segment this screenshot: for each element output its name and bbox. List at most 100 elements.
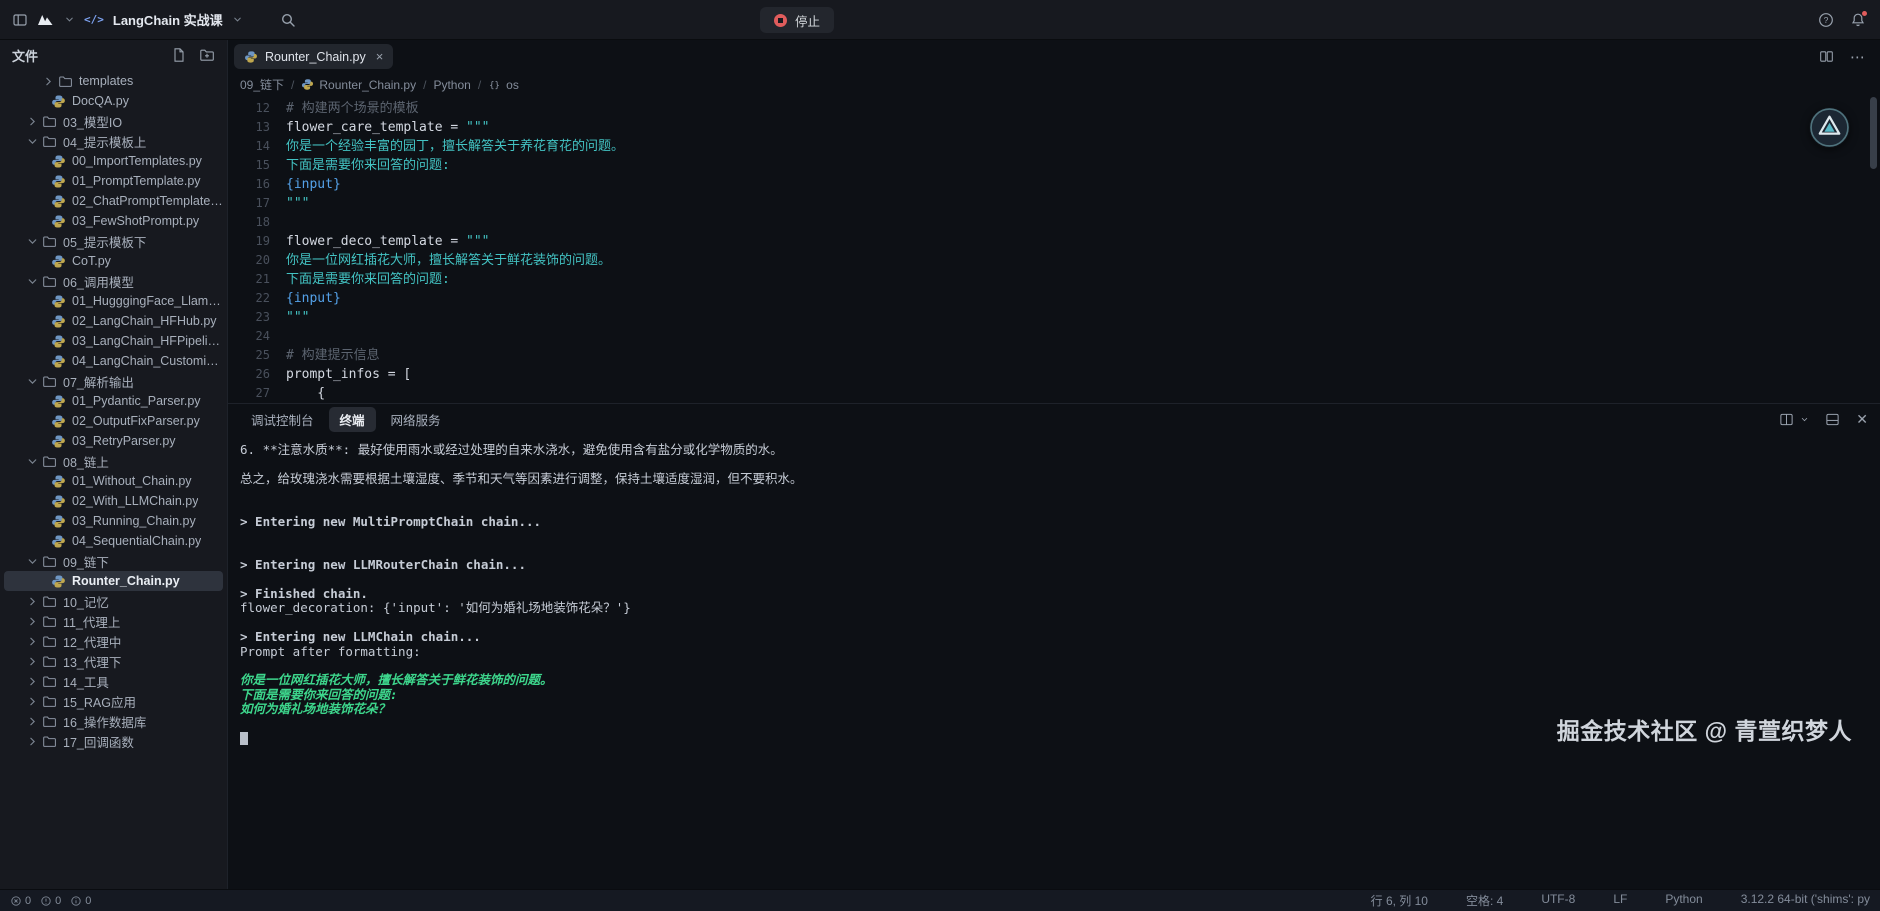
tree-folder[interactable]: 04_提示模板上 bbox=[4, 131, 223, 151]
panel-tab[interactable]: 终端 bbox=[329, 407, 376, 432]
tree-file[interactable]: DocQA.py bbox=[4, 91, 223, 111]
more-actions-icon[interactable]: ⋯ bbox=[1850, 48, 1866, 66]
tree-file[interactable]: 01_HugggingFace_Llama.py bbox=[4, 291, 223, 311]
tree-folder[interactable]: 12_代理中 bbox=[4, 631, 223, 651]
stop-button[interactable]: 停止 bbox=[760, 7, 834, 33]
tree-file[interactable]: 03_FewShotPrompt.py bbox=[4, 211, 223, 231]
status-item[interactable]: 行 6, 列 10 bbox=[1371, 892, 1428, 909]
tree-item-label: 07_解析输出 bbox=[63, 372, 134, 391]
chevron-down-icon[interactable] bbox=[64, 14, 75, 25]
panel-layout-icon[interactable] bbox=[1825, 412, 1840, 427]
bell-icon[interactable] bbox=[1850, 12, 1866, 28]
code-line[interactable]: 22{input} bbox=[228, 289, 1880, 308]
new-file-icon[interactable] bbox=[171, 47, 187, 63]
chevron-down-icon[interactable] bbox=[1800, 415, 1809, 424]
line-number: 18 bbox=[228, 213, 270, 232]
close-icon[interactable]: ✕ bbox=[1856, 411, 1868, 428]
tree-folder[interactable]: 11_代理上 bbox=[4, 611, 223, 631]
breadcrumb-item[interactable]: Python bbox=[433, 78, 470, 92]
code-editor[interactable]: 12# 构建两个场景的模板13flower_care_template = ""… bbox=[228, 97, 1880, 403]
code-line[interactable]: 21下面是需要你来回答的问题: bbox=[228, 270, 1880, 289]
tree-file[interactable]: 02_With_LLMChain.py bbox=[4, 491, 223, 511]
tree-file[interactable]: 03_LangChain_HFPipeline.py bbox=[4, 331, 223, 351]
search-icon[interactable] bbox=[280, 12, 296, 28]
chevron-down-icon[interactable] bbox=[232, 14, 243, 25]
breadcrumb-item[interactable]: Rounter_Chain.py bbox=[301, 78, 416, 92]
tree-file[interactable]: 02_ChatPromptTemplate.py bbox=[4, 191, 223, 211]
panel-tab[interactable]: 网络服务 bbox=[380, 407, 452, 432]
tree-folder[interactable]: 03_模型IO bbox=[4, 111, 223, 131]
status-item[interactable]: UTF-8 bbox=[1541, 892, 1575, 909]
editor-tab-rounter-chain[interactable]: Rounter_Chain.py × bbox=[234, 44, 393, 69]
code-line[interactable]: 24 bbox=[228, 327, 1880, 346]
code-line[interactable]: 12# 构建两个场景的模板 bbox=[228, 99, 1880, 118]
code-line[interactable]: 27 { bbox=[228, 384, 1880, 403]
window-layout-icon[interactable] bbox=[12, 12, 28, 28]
tree-file[interactable]: 04_LangChain_CustomizeMod... bbox=[4, 351, 223, 371]
chevron-right-icon bbox=[42, 75, 55, 88]
panel-tab[interactable]: 调试控制台 bbox=[240, 407, 325, 432]
code-line[interactable]: 23""" bbox=[228, 308, 1880, 327]
code-line[interactable]: 14你是一个经验丰富的园丁，擅长解答关于养花育花的问题。 bbox=[228, 137, 1880, 156]
tree-folder[interactable]: 07_解析输出 bbox=[4, 371, 223, 391]
close-icon[interactable]: × bbox=[376, 49, 384, 64]
code-line[interactable]: 19flower_deco_template = """ bbox=[228, 232, 1880, 251]
tree-file[interactable]: 00_ImportTemplates.py bbox=[4, 151, 223, 171]
app-logo-icon[interactable] bbox=[37, 12, 55, 28]
tree-folder[interactable]: 15_RAG应用 bbox=[4, 691, 223, 711]
tree-folder[interactable]: 14_工具 bbox=[4, 671, 223, 691]
tree-folder[interactable]: 08_链上 bbox=[4, 451, 223, 471]
tree-file[interactable]: 02_LangChain_HFHub.py bbox=[4, 311, 223, 331]
tree-file[interactable]: 02_OutputFixParser.py bbox=[4, 411, 223, 431]
code-line[interactable]: 25# 构建提示信息 bbox=[228, 346, 1880, 365]
line-number: 14 bbox=[228, 137, 270, 156]
tree-folder[interactable]: templates bbox=[4, 71, 223, 91]
code-line[interactable]: 15下面是需要你来回答的问题: bbox=[228, 156, 1880, 175]
folder-icon bbox=[42, 674, 57, 689]
tree-file[interactable]: CoT.py bbox=[4, 251, 223, 271]
folder-icon bbox=[42, 114, 57, 129]
terminal-line bbox=[240, 501, 1868, 515]
code-line[interactable]: 26prompt_infos = [ bbox=[228, 365, 1880, 384]
panel-split-icon[interactable] bbox=[1779, 412, 1794, 427]
tree-file[interactable]: 03_RetryParser.py bbox=[4, 431, 223, 451]
code-line[interactable]: 16{input} bbox=[228, 175, 1880, 194]
tree-file[interactable]: 01_Without_Chain.py bbox=[4, 471, 223, 491]
tree-file[interactable]: 01_PromptTemplate.py bbox=[4, 171, 223, 191]
tree-folder[interactable]: 09_链下 bbox=[4, 551, 223, 571]
tree-file[interactable]: 03_Running_Chain.py bbox=[4, 511, 223, 531]
project-name[interactable]: LangChain 实战课 bbox=[113, 10, 223, 29]
status-item[interactable]: LF bbox=[1613, 892, 1627, 909]
tree-folder[interactable]: 16_操作数据库 bbox=[4, 711, 223, 731]
tree-folder[interactable]: 13_代理下 bbox=[4, 651, 223, 671]
code-line[interactable]: 20你是一位网红插花大师，擅长解答关于鲜花装饰的问题。 bbox=[228, 251, 1880, 270]
status-item[interactable]: Python bbox=[1665, 892, 1702, 909]
code-line[interactable]: 18 bbox=[228, 213, 1880, 232]
tree-folder[interactable]: 17_回调函数 bbox=[4, 731, 223, 751]
tree-file[interactable]: Rounter_Chain.py bbox=[4, 571, 223, 591]
status-item[interactable]: 空格: 4 bbox=[1466, 892, 1503, 909]
watermark: 掘金技术社区 @ 青萱织梦人 bbox=[1557, 712, 1852, 746]
breadcrumb-item[interactable]: 09_链下 bbox=[240, 76, 284, 93]
breadcrumb-item[interactable]: {}os bbox=[488, 78, 519, 92]
tree-file[interactable]: 01_Pydantic_Parser.py bbox=[4, 391, 223, 411]
problem-counter[interactable]: 0 bbox=[10, 895, 31, 907]
tree-item-label: 03_模型IO bbox=[63, 112, 122, 131]
split-editor-icon[interactable] bbox=[1819, 49, 1834, 64]
tree-folder[interactable]: 06_调用模型 bbox=[4, 271, 223, 291]
status-item[interactable]: 3.12.2 64-bit ('shims': py bbox=[1741, 892, 1870, 909]
problem-counter[interactable]: 0 bbox=[40, 895, 61, 907]
problem-counter[interactable]: 0 bbox=[70, 895, 91, 907]
tree-folder[interactable]: 05_提示模板下 bbox=[4, 231, 223, 251]
tree-folder[interactable]: 10_记忆 bbox=[4, 591, 223, 611]
python-file-icon bbox=[51, 494, 66, 509]
terminal-output[interactable]: 6. **注意水质**: 最好使用雨水或经过处理的自来水浇水，避免使用含有盐分或… bbox=[228, 434, 1880, 889]
tree-file[interactable]: 04_SequentialChain.py bbox=[4, 531, 223, 551]
new-folder-icon[interactable] bbox=[199, 47, 215, 63]
assistant-avatar-button[interactable] bbox=[1809, 107, 1850, 148]
editor-scrollbar[interactable] bbox=[1870, 97, 1877, 169]
code-line[interactable]: 13flower_care_template = """ bbox=[228, 118, 1880, 137]
code-line[interactable]: 17""" bbox=[228, 194, 1880, 213]
error-icon bbox=[10, 895, 22, 907]
help-icon[interactable]: ? bbox=[1818, 12, 1834, 28]
